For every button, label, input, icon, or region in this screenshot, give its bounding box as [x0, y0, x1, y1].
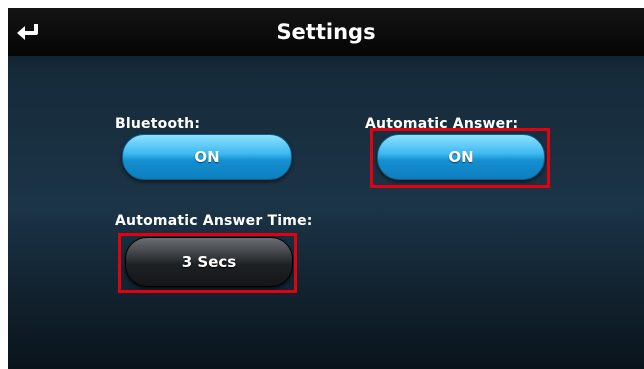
settings-screen: Settings Bluetooth: ON Automatic Answer:…	[8, 8, 644, 369]
bluetooth-toggle-value: ON	[194, 148, 220, 166]
return-arrow-icon	[17, 24, 38, 40]
page-title: Settings	[276, 20, 376, 44]
automatic-answer-toggle-button[interactable]: ON	[377, 134, 545, 180]
bluetooth-toggle-button[interactable]: ON	[122, 134, 292, 180]
automatic-answer-toggle-value: ON	[448, 148, 474, 166]
title-bar: Settings	[8, 8, 644, 56]
automatic-answer-time-value: 3 Secs	[181, 253, 237, 271]
automatic-answer-time-label: Automatic Answer Time:	[115, 213, 313, 229]
automatic-answer-time-button[interactable]: 3 Secs	[125, 237, 293, 287]
back-button[interactable]	[8, 8, 56, 56]
bluetooth-label: Bluetooth:	[115, 116, 201, 132]
automatic-answer-label: Automatic Answer:	[365, 116, 519, 132]
